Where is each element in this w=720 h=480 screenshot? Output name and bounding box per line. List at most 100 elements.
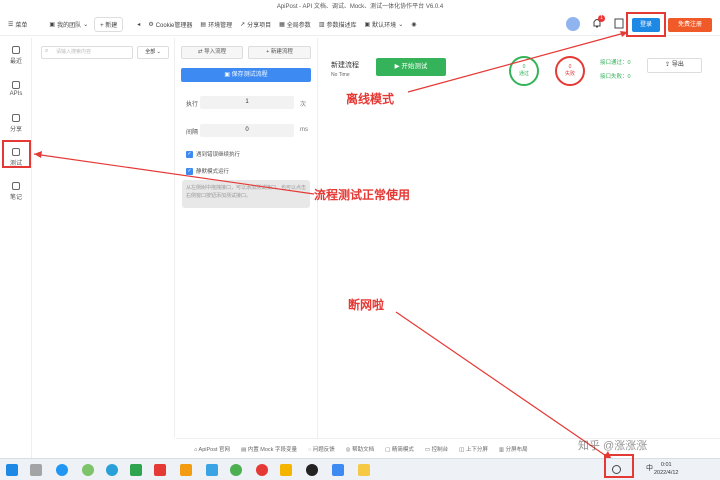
left-sidebar: 最近 APIs 分享 测试 笔记 ‹ <box>0 38 32 466</box>
save-flow-label: 保存测试流程 <box>231 72 268 78</box>
import-flow-button[interactable]: ⇄ 导入流程 <box>181 46 243 59</box>
env-label: 环境管理 <box>208 23 233 29</box>
export-button[interactable]: ⇪ 导出 <box>647 58 702 73</box>
fail-circle: 0 失败 <box>555 56 585 86</box>
annotation-offline: 离线模式 <box>346 92 395 106</box>
nav-recent[interactable]: 最近 <box>0 38 32 72</box>
start-icon[interactable] <box>6 464 18 476</box>
chevron-down-icon: ⌄ <box>398 22 404 28</box>
params-library-button[interactable]: ▥ 参数描述库 <box>319 20 357 29</box>
app-red-icon[interactable] <box>154 464 166 476</box>
env-icon: ▤ <box>200 22 207 28</box>
flow-time: No Time <box>331 72 350 78</box>
share-label: 分享项目 <box>247 23 272 29</box>
global-params-button[interactable]: ▦ 全局参数 <box>279 20 311 29</box>
nav-share-label: 分享 <box>9 126 22 133</box>
exec-unit: 次 <box>300 102 307 108</box>
interval-input[interactable]: 0 <box>200 124 294 137</box>
status-item-label: 上下分屏 <box>465 446 488 453</box>
new-flow-label: 新建流程 <box>270 49 293 55</box>
menu-icon: ☰ <box>8 22 14 28</box>
clock[interactable]: 0:01 2022/4/12 <box>654 461 678 477</box>
cookie-label: Cookie管理器 <box>155 23 193 29</box>
apipost-taskbar-icon[interactable] <box>332 464 344 476</box>
exec-count-input[interactable]: 1 <box>200 96 294 109</box>
status-item-website[interactable]: ⌂ ApiPost 官网 <box>194 445 230 453</box>
search-input[interactable]: 请输入搜索内容 <box>41 46 133 59</box>
cookie-manager-button[interactable]: ⚙ Cookie管理器 <box>148 20 192 29</box>
status-item-help[interactable]: ◎ 帮助文档 <box>346 445 374 453</box>
app-blue-icon[interactable] <box>206 464 218 476</box>
left-arrow-icon[interactable]: ◂ <box>137 21 140 28</box>
wechat-icon[interactable] <box>230 464 242 476</box>
library-icon: ▥ <box>318 22 325 28</box>
nav-apis-label: APIs <box>9 91 23 97</box>
status-item-feedback[interactable]: ◌ 问题反馈 <box>308 445 335 453</box>
chevron-down-icon: ⌄ <box>83 22 89 28</box>
cloud-icon[interactable] <box>82 464 94 476</box>
status-item-label: 分屏布局 <box>505 446 528 453</box>
flow-settings-pane: ⇄ 导入流程 + 新建流程 ▣ 保存测试流程 执行 1 次 间隔 0 ms ✓ 遇… <box>176 38 318 438</box>
ime-indicator[interactable]: 中 <box>646 463 653 473</box>
task-view-icon[interactable] <box>30 464 42 476</box>
start-test-label: 开始测试 <box>401 63 428 70</box>
app-yellow-icon[interactable] <box>280 464 292 476</box>
status-item-layout[interactable]: ▥ 分屏布局 <box>499 445 528 453</box>
cookie-icon: ⚙ <box>148 22 154 28</box>
edge-icon[interactable] <box>106 464 118 476</box>
status-item-label: 帮助文档 <box>352 446 375 453</box>
status-item-split[interactable]: ◫ 上下分屏 <box>459 445 488 453</box>
env-select[interactable]: ▣ 默认环境 ⌄ <box>365 20 404 29</box>
pass-count: 0 <box>522 64 526 70</box>
nav-notes[interactable]: 笔记 <box>0 174 32 208</box>
team-dropdown[interactable]: ▣ 我的团队 ⌄ <box>49 20 88 29</box>
status-item-mock[interactable]: ▤ 内置 Mock 字段变量 <box>241 445 297 453</box>
interval-label: 间隔 <box>186 130 199 136</box>
global-icon: ▦ <box>279 22 285 28</box>
search-taskbar-icon[interactable] <box>56 464 68 476</box>
export-label: 导出 <box>671 62 684 68</box>
app-red-round-icon[interactable] <box>256 464 268 476</box>
app-orange-icon[interactable] <box>180 464 192 476</box>
new-flow-button[interactable]: + 新建流程 <box>248 46 311 59</box>
save-flow-button[interactable]: ▣ 保存测试流程 <box>181 68 311 82</box>
app-icon[interactable] <box>130 464 142 476</box>
share-icon: ↗ <box>240 22 246 28</box>
menu-label: 菜单 <box>15 23 28 29</box>
status-item-label: 问题反馈 <box>312 446 335 453</box>
register-button[interactable]: 免费注册 <box>668 18 712 32</box>
pass-circle: 0 通过 <box>509 56 539 86</box>
silent-mode-checkbox[interactable]: ✓ 静默模式运行 <box>186 167 229 175</box>
status-item-console[interactable]: ▭ 控制台 <box>425 445 448 453</box>
pass-label: 通过 <box>518 71 529 77</box>
scope-select[interactable]: 全部 ⌄ <box>137 46 169 59</box>
doc-icon[interactable] <box>614 18 624 29</box>
drag-tip: 从左侧树中拖拽接口，可以添加测试接口。也可以点击右侧窗口按钮添加测试接口。 <box>182 180 310 208</box>
annotation-net-down: 断网啦 <box>348 298 385 312</box>
nav-apis[interactable]: APIs <box>0 72 32 106</box>
import-flow-label: 导入流程 <box>204 49 227 55</box>
qq-icon[interactable] <box>306 464 318 476</box>
new-button[interactable]: + 新建 <box>94 17 124 32</box>
check-icon: ✓ <box>186 150 193 158</box>
status-item-compact[interactable]: ▢ 精简模式 <box>385 445 414 453</box>
scope-label: 全部 <box>145 49 156 55</box>
eye-icon[interactable]: ◉ <box>411 21 416 28</box>
share-icon <box>12 113 20 122</box>
fail-count: 0 <box>568 64 572 70</box>
folder-icon[interactable] <box>358 464 370 476</box>
avatar[interactable] <box>566 17 580 31</box>
env-manage-button[interactable]: ▤ 环境管理 <box>200 20 232 29</box>
network-highlight-box <box>604 454 634 478</box>
menu-button[interactable]: ☰ 菜单 <box>8 20 27 29</box>
share-project-button[interactable]: ↗ 分享项目 <box>240 20 271 29</box>
team-icon: ▣ <box>49 22 56 28</box>
nav-share[interactable]: 分享 <box>0 106 32 140</box>
status-item-label: 内置 Mock 字段变量 <box>247 446 297 453</box>
apipost-window: ApiPost - API 文档、调试、Mock、测试一体化协作平台 V6.0.… <box>0 0 720 466</box>
continue-on-error-checkbox[interactable]: ✓ 遇到错误继续执行 <box>186 150 240 158</box>
notification-badge: 1 <box>598 15 605 22</box>
status-item-label: 精简模式 <box>391 446 414 453</box>
start-test-button[interactable]: ▶ 开始测试 <box>376 58 446 76</box>
status-item-label: 控制台 <box>431 446 449 453</box>
